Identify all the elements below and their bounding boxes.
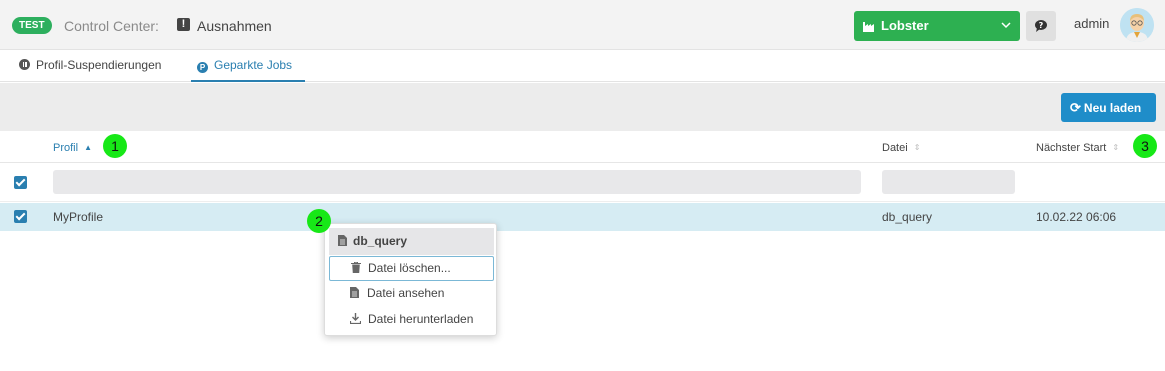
- refresh-icon: ⟳: [1070, 100, 1081, 115]
- tab-bar: Profil-Suspendierungen P Geparkte Jobs: [0, 50, 1165, 82]
- parking-icon: P: [197, 62, 208, 73]
- column-label: Datei: [882, 142, 908, 154]
- toolbar: ⟳ Neu laden: [0, 83, 1165, 131]
- svg-text:?: ?: [1039, 21, 1044, 30]
- menu-item-label: Datei löschen...: [368, 261, 451, 275]
- sort-icon: ⇕: [913, 143, 921, 152]
- context-menu-header: db_query: [329, 228, 494, 255]
- column-label: Nächster Start: [1036, 142, 1107, 154]
- filter-row: [0, 163, 1165, 202]
- app-title-prefix: Control Center:: [64, 18, 159, 34]
- factory-icon: [863, 22, 874, 32]
- app-root: TEST Control Center: ! Ausnahmen Lobster…: [0, 0, 1165, 371]
- row-checkbox[interactable]: [14, 210, 27, 223]
- file-filter-input[interactable]: [882, 170, 1015, 194]
- menu-item-delete-file[interactable]: Datei löschen...: [329, 256, 494, 281]
- table-row[interactable]: MyProfile db_query 10.02.22 06:06: [0, 203, 1165, 231]
- tab-label: Geparkte Jobs: [214, 58, 293, 72]
- column-header-profil[interactable]: Profil ▲: [53, 141, 92, 155]
- sort-asc-icon: ▲: [84, 143, 92, 152]
- menu-item-download-file[interactable]: Datei herunterladen: [329, 308, 494, 333]
- table-header: Profil ▲ Datei ⇕ Nächster Start ⇕: [0, 131, 1165, 163]
- avatar-icon: [1120, 8, 1154, 42]
- cell-next-start: 10.02.22 06:06: [1036, 210, 1117, 224]
- menu-item-label: Datei herunterladen: [368, 312, 474, 326]
- tenant-select[interactable]: Lobster: [854, 11, 1020, 41]
- marker-3: 3: [1133, 134, 1157, 158]
- user-name[interactable]: admin: [1074, 16, 1109, 32]
- tenant-label: Lobster: [881, 18, 929, 33]
- cell-profile: MyProfile: [53, 210, 104, 224]
- trash-icon: [351, 261, 361, 273]
- column-label: Profil: [53, 142, 79, 154]
- chat-icon: ?: [1035, 20, 1047, 32]
- reload-label: Neu laden: [1083, 101, 1142, 115]
- env-badge: TEST: [12, 17, 52, 34]
- context-menu: db_query Datei löschen... Datei ansehen …: [324, 223, 497, 336]
- menu-item-label: Datei ansehen: [367, 286, 445, 300]
- user-avatar[interactable]: [1120, 8, 1154, 42]
- cell-file: db_query: [882, 210, 933, 224]
- page-title: Ausnahmen: [197, 18, 272, 34]
- chat-button[interactable]: ?: [1026, 11, 1056, 41]
- tab-geparkte-jobs[interactable]: P Geparkte Jobs: [191, 50, 305, 82]
- exclamation-icon: !: [177, 18, 190, 31]
- sort-icon: ⇕: [1112, 143, 1120, 152]
- download-icon: [349, 313, 362, 325]
- top-header: TEST Control Center: ! Ausnahmen Lobster…: [0, 0, 1165, 50]
- pause-icon: [19, 59, 30, 70]
- column-header-datei[interactable]: Datei ⇕: [882, 141, 920, 155]
- marker-2: 2: [307, 209, 331, 233]
- reload-button[interactable]: ⟳ Neu laden: [1061, 93, 1156, 122]
- menu-item-view-file[interactable]: Datei ansehen: [329, 282, 494, 307]
- chevron-down-icon: [1001, 22, 1011, 29]
- document-icon: [338, 235, 347, 246]
- context-menu-title: db_query: [353, 234, 408, 248]
- select-all-checkbox[interactable]: [14, 176, 27, 189]
- profile-filter-input[interactable]: [53, 170, 861, 194]
- tab-label: Profil-Suspendierungen: [36, 58, 162, 72]
- column-header-naechster-start[interactable]: Nächster Start ⇕: [1036, 141, 1119, 155]
- tab-profil-suspendierungen[interactable]: Profil-Suspendierungen: [19, 50, 161, 82]
- marker-1: 1: [103, 134, 127, 158]
- document-icon: [350, 287, 359, 298]
